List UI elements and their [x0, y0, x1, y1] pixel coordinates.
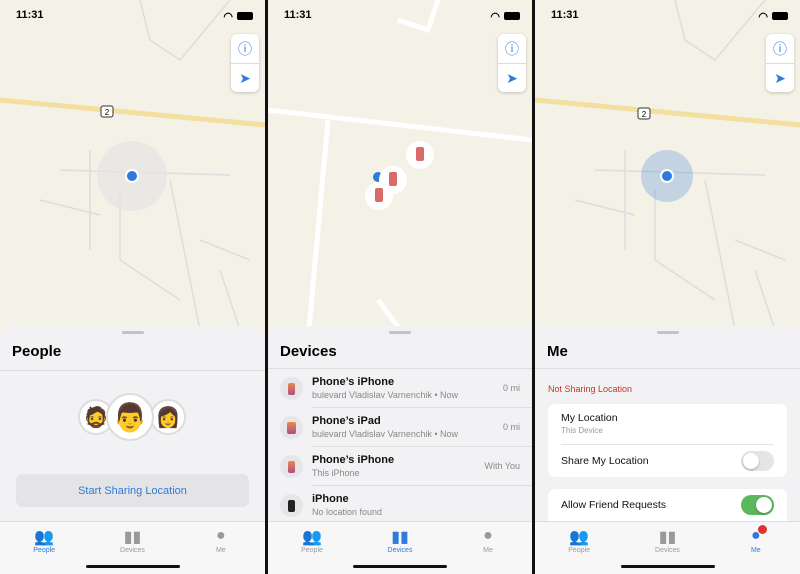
- sheet-grabber[interactable]: [389, 331, 411, 334]
- status-bar: 11:31 ◠: [16, 9, 253, 23]
- people-icon: 👥: [302, 529, 322, 546]
- devices-icon: ▮▮: [658, 529, 677, 546]
- tab-me[interactable]: ● Me: [177, 522, 265, 574]
- location-arrow-icon[interactable]: ➤: [766, 63, 794, 92]
- tab-label: People: [301, 547, 323, 554]
- tab-label: Devices: [120, 547, 145, 554]
- device-name: iPhone: [312, 493, 349, 505]
- tab-label: Devices: [387, 547, 413, 554]
- devices-icon: ▮▮: [391, 529, 409, 546]
- location-card: My Location This Device Share My Location: [548, 404, 787, 477]
- home-indicator: [620, 565, 715, 568]
- friend-requests-toggle[interactable]: [741, 494, 774, 515]
- road-label: 2: [642, 110, 647, 119]
- people-icon: 👥: [34, 529, 55, 546]
- info-icon[interactable]: ⓘ: [231, 34, 259, 63]
- ipad-icon: [280, 416, 303, 439]
- device-row[interactable]: Phone’s iPhone bulevard Vladislav Varnenc…: [268, 369, 532, 408]
- tab-me[interactable]: ● Me: [712, 522, 800, 574]
- battery-icon: [772, 12, 788, 20]
- friend-requests-label: Allow Friend Requests: [561, 498, 667, 511]
- device-row[interactable]: Phone’s iPad bulevard Vladislav Varnenchi…: [268, 408, 532, 447]
- device-name: Phone’s iPad: [312, 415, 381, 427]
- map[interactable]: 2: [0, 0, 265, 340]
- device-row[interactable]: Phone’s iPhone This iPhone With You: [268, 447, 532, 486]
- me-screen: 2 11:31 ◠ ⓘ ➤ Me Not Sharing Location My L…: [535, 0, 800, 574]
- time: 11:31: [551, 9, 579, 21]
- info-icon[interactable]: ⓘ: [766, 34, 794, 63]
- device-distance: 0 mi: [502, 383, 520, 393]
- tab-label: Me: [750, 547, 761, 554]
- person-circle-icon: ●: [483, 527, 493, 544]
- device-name: Phone’s iPhone: [312, 376, 395, 388]
- people-icon: 👥: [569, 529, 590, 546]
- person-circle-icon: ●: [215, 527, 226, 544]
- device-location: bulevard Vladislav Varnenchik • Now: [312, 390, 459, 400]
- tab-label: Me: [483, 547, 493, 554]
- map[interactable]: [268, 0, 532, 340]
- notification-badge: [757, 525, 767, 534]
- home-indicator: [353, 565, 447, 568]
- time: 11:31: [16, 9, 44, 21]
- sharing-status: Not Sharing Location: [548, 384, 633, 394]
- my-location-sub: This Device: [561, 426, 603, 435]
- share-location-label: Share My Location: [561, 455, 649, 467]
- iphone-icon: [280, 377, 303, 400]
- wifi-icon: ◠: [490, 10, 500, 23]
- device-distance: With You: [484, 461, 520, 471]
- tab-people[interactable]: 👥 People: [268, 522, 356, 574]
- avatar: 👨: [106, 393, 154, 441]
- page-title: Me: [547, 343, 568, 360]
- device-row[interactable]: iPhone No location found: [268, 486, 532, 525]
- iphone-icon: [280, 455, 303, 478]
- info-icon[interactable]: ⓘ: [498, 34, 526, 63]
- tab-label: People: [568, 547, 591, 554]
- device-name: Phone’s iPhone: [312, 454, 395, 466]
- map[interactable]: 2: [535, 0, 800, 340]
- location-arrow-icon[interactable]: ➤: [498, 63, 526, 92]
- tab-people[interactable]: 👥 People: [0, 522, 88, 574]
- devices-screen: 11:31 ◠ ⓘ ➤ Devices Phone’s iPhone bulevard…: [268, 0, 532, 574]
- start-sharing-button[interactable]: Start Sharing Location: [16, 474, 249, 507]
- person-circle-icon: ●: [751, 525, 767, 547]
- device-location: This iPhone: [312, 468, 360, 478]
- my-location-label: My Location: [561, 412, 618, 424]
- road-label: 2: [105, 108, 110, 117]
- tab-label: People: [33, 547, 56, 554]
- tab-label: Me: [215, 547, 226, 554]
- device-distance: 0 mi: [502, 422, 520, 432]
- devices-icon: ▮▮: [123, 529, 142, 546]
- iphone-icon: [280, 494, 303, 517]
- status-bar: 11:31 ◠: [551, 9, 788, 23]
- device-location: bulevard Vladislav Varnenchik • Now: [312, 429, 459, 439]
- page-title: People: [12, 343, 62, 360]
- location-arrow-icon[interactable]: ➤: [231, 63, 259, 92]
- share-location-toggle[interactable]: [741, 451, 774, 471]
- avatar: 👩: [150, 399, 186, 435]
- home-indicator: [85, 565, 180, 568]
- status-bar: 11:31 ◠: [284, 9, 520, 23]
- tab-label: Devices: [655, 547, 680, 554]
- tab-people[interactable]: 👥 People: [535, 522, 623, 574]
- page-title: Devices: [280, 343, 337, 360]
- wifi-icon: ◠: [758, 10, 768, 23]
- sheet-grabber[interactable]: [656, 331, 679, 334]
- device-location: No location found: [312, 507, 383, 517]
- people-screen: 2 11:31 ◠ ⓘ ➤ People 🧔 👩 👨 Start Sharing L…: [0, 0, 265, 574]
- battery-icon: [237, 12, 253, 20]
- sheet-grabber[interactable]: [121, 331, 144, 334]
- time: 11:31: [284, 9, 312, 21]
- wifi-icon: ◠: [223, 10, 233, 23]
- tab-me[interactable]: ● Me: [444, 522, 532, 574]
- battery-icon: [504, 12, 520, 20]
